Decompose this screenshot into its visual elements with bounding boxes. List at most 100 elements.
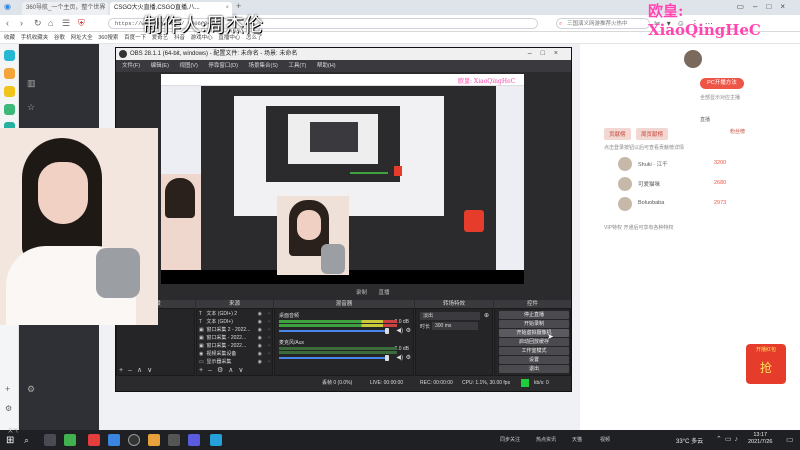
menu-scene-collection[interactable]: 场景集合(S) xyxy=(248,63,277,69)
source-item[interactable]: T 文本 (GDI+) ◉ ▫ xyxy=(199,319,272,326)
app-blue-icon[interactable] xyxy=(108,434,120,446)
tab-contribution[interactable]: 贡献榜 xyxy=(604,128,631,140)
rank-row[interactable]: 可爱猫咪 2680 xyxy=(604,176,764,192)
search-input[interactable]: ⌕ 三国演义网游推荐火热中 xyxy=(556,18,650,29)
bookmark-item[interactable]: 收藏 xyxy=(4,32,15,44)
taskbar-item[interactable]: 热点资讯 xyxy=(536,436,556,443)
taskbar-item[interactable]: 视频 xyxy=(600,436,610,443)
tab-fans[interactable]: 粉丝榜 xyxy=(730,128,745,135)
nav-icon[interactable]: ☆ xyxy=(27,102,35,113)
source-item[interactable]: ▣ 窗口采集 2 - 2022... ◉ ▫ xyxy=(199,327,272,334)
stop-streaming-button[interactable]: 停止直播 xyxy=(499,311,569,319)
add-transition-icon[interactable]: ⊕ xyxy=(484,312,489,319)
volume-slider-handle[interactable] xyxy=(385,355,389,361)
browser-360-icon[interactable] xyxy=(64,434,76,446)
start-icon[interactable]: ⊞ xyxy=(6,435,14,446)
eye-icon[interactable]: ◉ xyxy=(258,343,262,350)
settings-button[interactable]: 设置 xyxy=(499,356,569,364)
translate-icon[interactable] xyxy=(4,104,15,115)
lock-icon[interactable]: ▫ xyxy=(268,327,270,334)
clock[interactable]: 13:17 2021/7/26 xyxy=(748,432,772,446)
gear-icon[interactable]: ⚙ xyxy=(406,327,411,334)
pc-broadcast-button[interactable]: PC开播方法 xyxy=(700,78,744,89)
notes-icon[interactable] xyxy=(4,86,15,97)
home-icon[interactable]: ⌂ xyxy=(48,18,53,28)
volume-slider[interactable] xyxy=(279,330,389,332)
app-icon[interactable] xyxy=(188,434,200,446)
lock-icon[interactable]: ▫ xyxy=(268,335,270,342)
tab-360[interactable]: 360导航_一个主页，整个世界 × xyxy=(22,2,108,15)
volume-slider[interactable] xyxy=(279,357,389,359)
folder-icon[interactable] xyxy=(148,434,160,446)
eye-icon[interactable]: ◉ xyxy=(258,311,262,318)
back-icon[interactable]: ‹ xyxy=(6,18,9,28)
tab-live[interactable]: 直播 xyxy=(700,116,710,123)
avatar[interactable] xyxy=(684,50,702,68)
taskbar-item[interactable]: 天猫 xyxy=(572,436,582,443)
source-dock-toolbar[interactable]: +–⚙∧∨ xyxy=(199,366,249,374)
source-item[interactable]: ◉ 视频采集设备 ◉ ▫ xyxy=(199,351,272,358)
menu-tools[interactable]: 工具(T) xyxy=(288,63,306,69)
record-mode-label[interactable]: 录制 xyxy=(356,290,367,296)
start-replay-buffer-button[interactable]: 启动回放缓存 xyxy=(499,338,569,346)
forward-icon[interactable]: › xyxy=(20,18,23,28)
red-packet-button[interactable]: 开播红包 抢 xyxy=(746,344,786,384)
shield-icon[interactable]: ⛨ xyxy=(78,18,85,29)
source-item[interactable]: ▭ 显示器采集 ◉ ▫ xyxy=(199,359,272,366)
eye-icon[interactable]: ◉ xyxy=(258,319,262,326)
favorites-icon[interactable] xyxy=(4,68,15,79)
taskbar-item[interactable]: 同步关注 xyxy=(500,436,520,443)
source-item[interactable]: T 文本 (GDI+) 2 ◉ ▫ xyxy=(199,311,272,318)
rank-row[interactable]: Shuki · 江千 3200 xyxy=(604,156,764,172)
menu-file[interactable]: 文件(F) xyxy=(122,63,140,69)
weather[interactable]: 33°C 多云 xyxy=(676,436,703,445)
bookmark-item[interactable]: 手机收藏夹 xyxy=(21,32,49,44)
task-view-icon[interactable] xyxy=(44,434,56,446)
eye-icon[interactable]: ◉ xyxy=(258,327,262,334)
menu-docks[interactable]: 停靠窗口(D) xyxy=(208,63,238,69)
start-recording-button[interactable]: 开始录制 xyxy=(499,320,569,328)
bookmark-item[interactable]: 网址大全 xyxy=(71,32,93,44)
menu-edit[interactable]: 编辑(E) xyxy=(151,63,169,69)
lock-icon[interactable]: ▫ xyxy=(268,319,270,326)
eye-icon[interactable]: ◉ xyxy=(258,351,262,358)
notification-icon[interactable]: ▭ xyxy=(786,435,794,444)
tray-icons[interactable]: ⌃▭♪ xyxy=(716,435,741,443)
search-icon[interactable]: ⌕ xyxy=(24,435,29,446)
refresh-icon[interactable]: ↻ xyxy=(34,18,42,29)
app-red-icon[interactable] xyxy=(88,434,100,446)
lock-icon[interactable]: ▫ xyxy=(268,343,270,350)
tab-weekly[interactable]: 周贡献榜 xyxy=(636,128,669,140)
bookmark-item[interactable]: 谷歌 xyxy=(54,32,65,44)
scene-dock-toolbar[interactable]: +–∧∨ xyxy=(119,366,157,374)
settings-icon[interactable]: ⚙ xyxy=(5,404,12,413)
gear-icon[interactable]: ⚙ xyxy=(406,354,411,361)
app-icon[interactable] xyxy=(210,434,222,446)
rank-row[interactable]: Boluobaba 2973 xyxy=(604,196,764,212)
history-icon[interactable]: ☰ xyxy=(62,18,70,29)
close-icon[interactable]: × xyxy=(101,2,105,15)
source-item[interactable]: ▣ 窗口采集 - 2022... ◉ ▫ xyxy=(199,335,272,342)
eye-icon[interactable]: ◉ xyxy=(258,359,262,366)
speaker-icon[interactable]: ◀) xyxy=(396,354,403,361)
studio-mode-button[interactable]: 工作室模式 xyxy=(499,347,569,355)
obs-icon[interactable] xyxy=(128,434,140,446)
nav-icon[interactable]: ▥ xyxy=(27,78,36,89)
lock-icon[interactable]: ▫ xyxy=(268,311,270,318)
nav-icon[interactable]: ⚙ xyxy=(27,384,35,395)
exit-button[interactable]: 退出 xyxy=(499,365,569,373)
bookmark-item[interactable]: 360搜索 xyxy=(98,32,118,44)
live-mode-label[interactable]: 直播 xyxy=(379,290,390,296)
menu-view[interactable]: 视图(V) xyxy=(179,63,197,69)
volume-slider-handle[interactable] xyxy=(385,328,389,334)
source-item[interactable]: ▣ 窗口采集 - 2022... ◉ ▫ xyxy=(199,343,272,350)
add-icon[interactable]: + xyxy=(5,384,10,394)
transition-select[interactable]: 淡出 xyxy=(420,312,480,320)
speaker-icon[interactable]: ◀) xyxy=(396,327,403,334)
apps-icon[interactable] xyxy=(4,50,15,61)
lock-icon[interactable]: ▫ xyxy=(268,351,270,358)
duration-input[interactable]: 300 ms xyxy=(432,322,478,330)
menu-help[interactable]: 帮助(H) xyxy=(317,63,336,69)
obs-window-controls[interactable]: –□× xyxy=(528,48,567,60)
app-icon[interactable] xyxy=(168,434,180,446)
